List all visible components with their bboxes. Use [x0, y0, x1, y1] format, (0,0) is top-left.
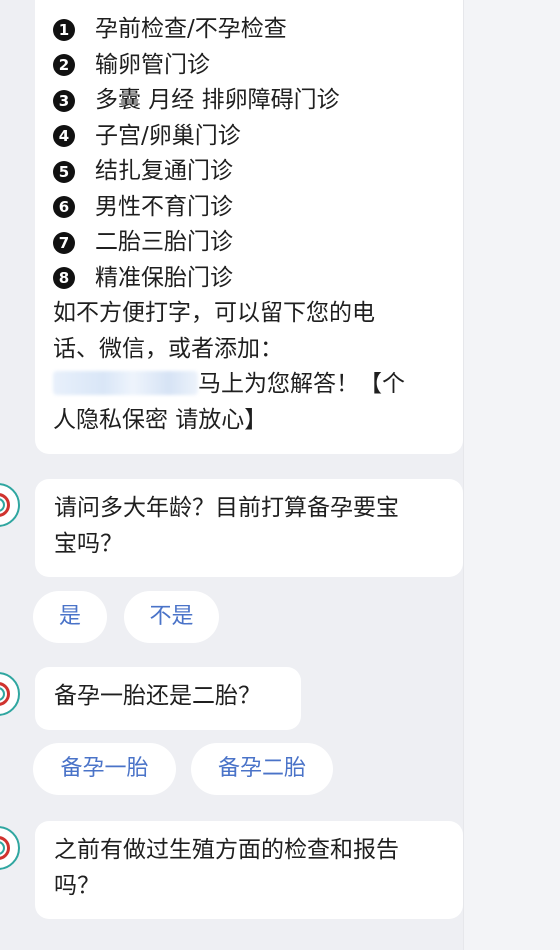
intro-message-bubble: 1 孕前检查/不孕检查 2 输卵管门诊 3 多囊 月经 排卵障碍门诊 4 子宫/…: [35, 0, 463, 454]
contact-text-line: 话、微信，或者添加：: [53, 335, 283, 362]
message-text: 宝吗？: [54, 530, 123, 557]
number-3-icon: 3: [53, 89, 75, 112]
service-item[interactable]: 2 输卵管门诊: [53, 48, 445, 84]
service-label: 多囊 月经 排卵障碍门诊: [95, 87, 340, 113]
hospital-logo-icon: [0, 826, 20, 870]
contact-text-line: 如不方便打字，可以留下您的电: [53, 300, 375, 326]
bot-message-bubble: 请问多大年龄？目前打算备孕要宝 宝吗？: [35, 479, 463, 577]
service-item[interactable]: 8 精准保胎门诊: [53, 261, 445, 297]
number-5-icon: 5: [53, 160, 75, 183]
service-item[interactable]: 3 多囊 月经 排卵障碍门诊: [53, 83, 445, 119]
number-1-icon: 1: [53, 18, 75, 41]
contact-text-line: 马上为您解答！【个: [53, 367, 445, 403]
number-6-icon: 6: [53, 196, 75, 219]
hospital-logo-icon: [0, 483, 20, 527]
contact-text-line: 人隐私保密 请放心】: [53, 406, 268, 433]
message-text: 请问多大年龄？目前打算备孕要宝: [54, 495, 399, 521]
bot-message-bubble: 备孕一胎还是二胎？: [35, 667, 301, 730]
quick-reply-second-child-button[interactable]: 备孕二胎: [191, 743, 333, 795]
message-text: 吗？: [54, 872, 100, 899]
message-text: 之前有做过生殖方面的检查和报告: [54, 837, 399, 863]
message-text: 备孕一胎还是二胎？: [54, 683, 261, 709]
number-7-icon: 7: [53, 231, 75, 254]
service-label: 孕前检查/不孕检查: [95, 16, 287, 42]
side-panel: [463, 0, 560, 950]
redacted-contact-id: [53, 371, 198, 395]
service-label: 结扎复通门诊: [95, 158, 233, 184]
quick-reply-no-button[interactable]: 不是: [124, 591, 219, 643]
service-label: 子宫/卵巢门诊: [95, 122, 241, 149]
service-item[interactable]: 4 子宫/卵巢门诊: [53, 119, 445, 155]
service-item[interactable]: 5 结扎复通门诊: [53, 154, 445, 190]
service-label: 二胎三胎门诊: [95, 229, 233, 255]
bot-message-bubble: 之前有做过生殖方面的检查和报告 吗？: [35, 821, 463, 919]
quick-reply-first-child-button[interactable]: 备孕一胎: [33, 743, 176, 795]
service-label: 男性不育门诊: [95, 193, 233, 220]
number-2-icon: 2: [53, 54, 75, 77]
number-8-icon: 8: [53, 267, 75, 290]
service-item[interactable]: 6 男性不育门诊: [53, 190, 445, 226]
quick-reply-yes-button[interactable]: 是: [33, 591, 107, 643]
service-label: 精准保胎门诊: [95, 264, 233, 291]
service-label: 输卵管门诊: [95, 51, 210, 78]
contact-text-suffix: 马上为您解答！【个: [198, 371, 405, 397]
service-item[interactable]: 1 孕前检查/不孕检查: [53, 12, 445, 48]
service-item[interactable]: 7 二胎三胎门诊: [53, 225, 445, 261]
number-4-icon: 4: [53, 125, 75, 148]
hospital-logo-icon: [0, 672, 20, 716]
